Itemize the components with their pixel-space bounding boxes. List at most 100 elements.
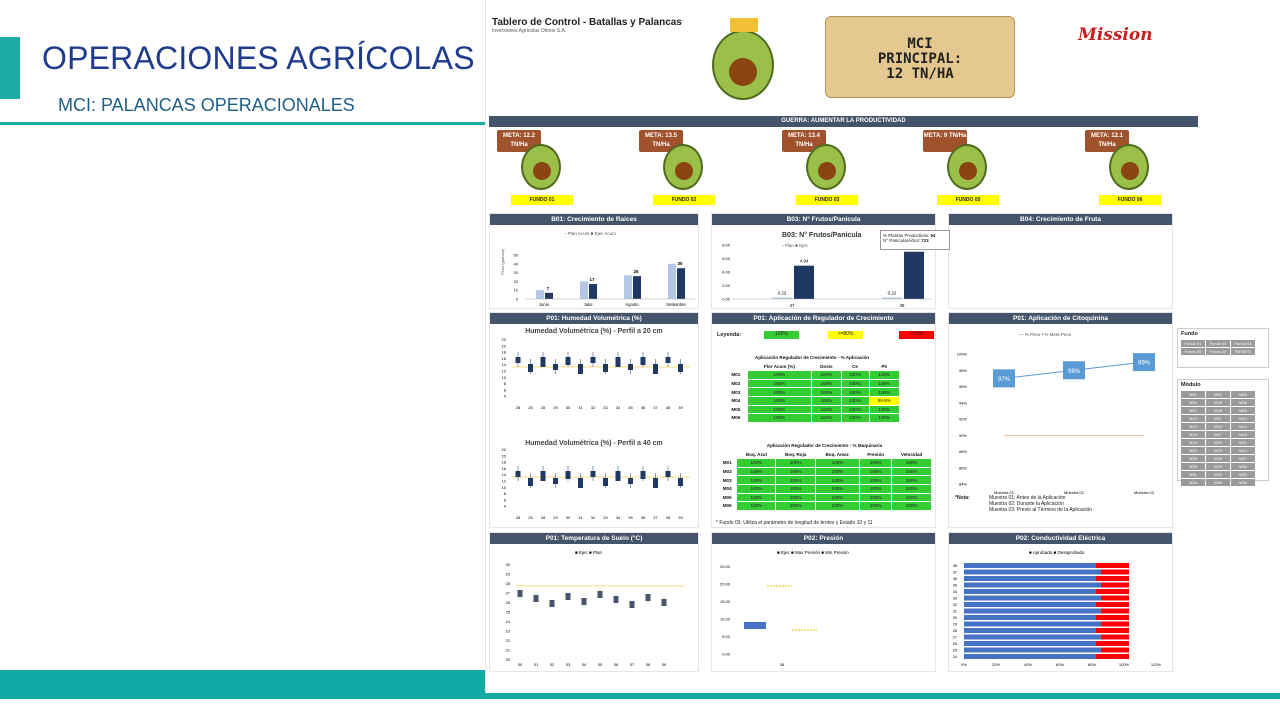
slicer-item[interactable]: Fundo 01 <box>1181 340 1205 347</box>
slicer-item[interactable]: M09 <box>1231 407 1255 414</box>
slicer-item[interactable]: Fundo 05 <box>1181 348 1205 355</box>
mci-line-3: 12 TN/HA <box>886 66 954 82</box>
table-cell: 100% <box>736 466 777 477</box>
slicer-item[interactable]: M34 <box>1181 479 1205 486</box>
temperatura-chart: ■ Ejec ■ Plan 30 31 32 33 34 35 36 37 38 39 30 29 28 2… <box>506 550 685 667</box>
slicer-item[interactable]: M15 <box>1231 423 1255 430</box>
legend-label: ▫ Plan Acum ■ Ejec Acum <box>565 231 616 236</box>
tick-label: 34 <box>582 662 587 667</box>
bar <box>1096 628 1129 633</box>
bar <box>964 569 1101 575</box>
slicer-item[interactable]: Fundo 03 <box>1231 340 1255 347</box>
slicer-item[interactable]: M11 <box>1206 415 1230 422</box>
tick-label: 38 <box>953 564 957 568</box>
table-cell: 100% <box>891 466 932 477</box>
tick-label: 37 <box>790 303 795 308</box>
slicer-item[interactable]: M04 <box>1181 399 1205 406</box>
slicer-item[interactable]: M10 <box>1181 415 1205 422</box>
tick-label: 20 <box>506 657 511 662</box>
box <box>678 364 683 372</box>
column-header: Flor Acum (%) <box>746 361 813 372</box>
table-cell: 100% <box>840 370 870 380</box>
modulo-slicer[interactable]: Módulo M01 M02 M03 M04 M05 M06 M07 M08 M09 M10 M11… <box>1177 379 1269 486</box>
slicer-item[interactable]: M32 <box>1206 471 1230 478</box>
box <box>517 590 523 597</box>
slicer-item[interactable]: M21 <box>1231 439 1255 446</box>
slicer-item[interactable]: M19 <box>1181 439 1205 446</box>
slicer-item[interactable]: M20 <box>1206 439 1230 446</box>
table-cell: 100% <box>868 404 901 415</box>
slicer-item[interactable]: M12 <box>1231 415 1255 422</box>
slicer-item[interactable]: M31 <box>1181 471 1205 478</box>
slicer-item[interactable]: M05 <box>1206 399 1230 406</box>
slicer-item[interactable]: M26 <box>1206 455 1230 462</box>
bar <box>1100 634 1129 640</box>
slicer-item[interactable]: M30 <box>1231 463 1255 470</box>
bar <box>1100 582 1129 588</box>
chart-title: B03: N° Frutos/Panicula <box>782 231 862 239</box>
slicer-item[interactable]: M27 <box>1231 455 1255 462</box>
tick-label: 36 <box>780 662 785 667</box>
slicer-item[interactable]: M06 <box>1231 399 1255 406</box>
slicer-item[interactable]: M29 <box>1206 463 1230 470</box>
table-cell: 100% <box>746 404 813 415</box>
slicer-item[interactable]: Fundo 02 <box>1206 340 1230 347</box>
slicer-item[interactable]: M25 <box>1181 455 1205 462</box>
slicer-item[interactable]: M16 <box>1181 431 1205 438</box>
table-cell: 100% <box>859 458 893 468</box>
tick-label: 30 <box>953 616 957 620</box>
slicer-item[interactable]: M03 <box>1231 391 1255 398</box>
legend-label: ■ Ejec ■ Max Presión ■ Min Presión <box>777 550 849 555</box>
tick-label: 32 <box>591 515 596 520</box>
table-cell: 100% <box>891 492 932 503</box>
slicer-item[interactable]: M35 <box>1206 479 1230 486</box>
leyenda-label: Leyenda: <box>717 332 742 338</box>
row-header: M06 <box>724 413 748 423</box>
slicer-item[interactable]: M23 <box>1206 447 1230 454</box>
row-header: M01 <box>716 458 738 468</box>
tick-label: 14 <box>502 472 507 477</box>
slicer-item[interactable]: M22 <box>1181 447 1205 454</box>
tick-label: 25 <box>528 515 533 520</box>
slicer-item[interactable]: M02 <box>1206 391 1230 398</box>
bar <box>580 281 588 299</box>
table-cell: 100% <box>811 413 842 423</box>
tick-label: 24 <box>953 655 957 659</box>
tooltip-value: 723 <box>921 238 929 243</box>
tick-label: 33 <box>953 597 957 601</box>
tick-label: 32 <box>591 405 596 410</box>
tick-label: 28 <box>516 515 521 520</box>
slicer-item[interactable]: M07 <box>1181 407 1205 414</box>
y-axis-label: Peso (gramos) <box>500 248 505 275</box>
slicer-item[interactable]: Fundo 06 <box>1206 348 1230 355</box>
cito-notes: *Nota: <box>955 495 970 501</box>
slicer-item[interactable]: M36 <box>1231 479 1255 486</box>
tick-label: 88% <box>959 449 967 454</box>
slicer-item[interactable]: M01 <box>1181 391 1205 398</box>
table-title: Aplicación Regulador de Crecimiento - % … <box>724 353 900 363</box>
slicer-item[interactable]: M24 <box>1231 447 1255 454</box>
fundo-card: META: 9 TN/Ha FUNDO 05 <box>915 130 1007 206</box>
table-cell: 100% <box>868 387 901 397</box>
slicer-item[interactable]: M33 <box>1231 471 1255 478</box>
slicer-item[interactable]: ENSAYO <box>1231 348 1255 355</box>
fundo-slicer[interactable]: Fundo Fundo 01 Fundo 02 Fundo 03 Fundo 05 Fu… <box>1177 328 1269 368</box>
note-line: Muestra 03: Previo al Término de la Apli… <box>989 507 1093 513</box>
slicer-item[interactable]: M17 <box>1206 431 1230 438</box>
panel-citoquinina: P01: Aplicación de Citoquinina — % Peso … <box>948 312 1173 528</box>
row-header: M03 <box>716 475 738 485</box>
tick-label: 28 <box>541 515 546 520</box>
bar <box>1100 595 1129 601</box>
box <box>613 596 619 603</box>
data-label: 97% <box>998 377 1011 383</box>
box <box>565 593 571 600</box>
slicer-item[interactable]: M18 <box>1231 431 1255 438</box>
slicer-item[interactable]: M14 <box>1206 423 1230 430</box>
slicer-item[interactable]: M13 <box>1181 423 1205 430</box>
slicer-item[interactable]: M08 <box>1206 407 1230 414</box>
tooltip-label: N° Panícula/Árbol: <box>883 238 922 243</box>
mission-logo: Mission <box>1078 25 1153 45</box>
bar <box>964 576 1096 581</box>
box <box>581 598 587 605</box>
slicer-item[interactable]: M28 <box>1181 463 1205 470</box>
